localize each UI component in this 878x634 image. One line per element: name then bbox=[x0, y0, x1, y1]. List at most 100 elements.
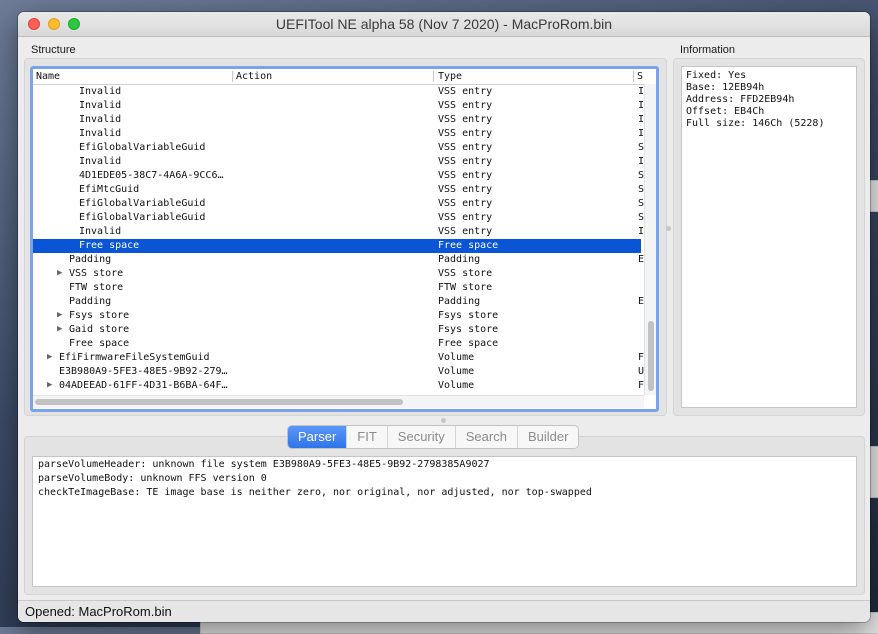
column-header-subtype[interactable]: S bbox=[637, 71, 643, 83]
row-name: Invalid bbox=[79, 156, 122, 167]
row-name: EfiFirmwareFileSystemGuid bbox=[59, 352, 210, 363]
row-type: FTW store bbox=[438, 282, 493, 293]
tree-row[interactable]: Padding Padding E bbox=[33, 295, 644, 309]
tree-horizontal-scrollbar[interactable] bbox=[33, 395, 644, 408]
tree-row[interactable]: 4D1EDE05-38C7-4A6A-9CC6… VSS entry S bbox=[33, 169, 644, 183]
status-text: Opened: MacProRom.bin bbox=[25, 604, 172, 619]
tree-row[interactable]: E3B980A9-5FE3-48E5-9B92-279… Volume U bbox=[33, 365, 644, 379]
tree-row[interactable]: EfiGlobalVariableGuid VSS entry S bbox=[33, 141, 644, 155]
column-separator[interactable] bbox=[633, 71, 634, 82]
row-type: VSS entry bbox=[438, 198, 493, 209]
horizontal-splitter-handle[interactable] bbox=[441, 418, 446, 423]
row-name: EfiGlobalVariableGuid bbox=[79, 198, 206, 209]
expand-arrow-icon[interactable]: ▶ bbox=[57, 268, 62, 278]
info-line: Fixed: Yes bbox=[686, 70, 747, 81]
info-line: Base: 12EB94h bbox=[686, 82, 765, 93]
tab-security[interactable]: Security bbox=[386, 426, 455, 448]
tree-row[interactable]: EfiMtcGuid VSS entry S bbox=[33, 183, 644, 197]
row-name: Invalid bbox=[79, 128, 122, 139]
row-name: 04ADEEAD-61FF-4D31-B6BA-64F… bbox=[59, 380, 228, 391]
tree-row[interactable]: Invalid VSS entry I bbox=[33, 155, 644, 169]
row-type: Volume bbox=[438, 352, 475, 363]
info-line: Address: FFD2EB94h bbox=[686, 94, 795, 105]
row-name: VSS store bbox=[69, 268, 124, 279]
expand-arrow-icon[interactable]: ▶ bbox=[57, 324, 62, 334]
horizontal-scroll-thumb[interactable] bbox=[35, 399, 403, 405]
structure-tree[interactable]: Name Action Type S Invalid VSS entry I Inva… bbox=[30, 66, 659, 412]
row-name: Invalid bbox=[79, 114, 122, 125]
row-name: Padding bbox=[69, 296, 112, 307]
information-label: Information bbox=[680, 44, 736, 56]
row-type: Padding bbox=[438, 254, 481, 265]
tree-row[interactable]: ▶ VSS store VSS store bbox=[33, 267, 641, 281]
tree-row[interactable]: Free space Free space bbox=[33, 337, 641, 351]
row-type: Fsys store bbox=[438, 310, 499, 321]
row-type: Padding bbox=[438, 296, 481, 307]
row-type: VSS entry bbox=[438, 226, 493, 237]
row-type: Free space bbox=[438, 240, 499, 251]
tree-row[interactable]: ▶ Fsys store Fsys store bbox=[33, 309, 641, 323]
row-type: VSS entry bbox=[438, 128, 493, 139]
tree-row[interactable]: Invalid VSS entry I bbox=[33, 85, 644, 99]
expand-arrow-icon[interactable]: ▶ bbox=[47, 380, 52, 390]
row-type: VSS entry bbox=[438, 156, 493, 167]
tree-vertical-scrollbar[interactable] bbox=[644, 84, 656, 395]
vertical-scroll-thumb[interactable] bbox=[648, 321, 654, 391]
row-name: EfiGlobalVariableGuid bbox=[79, 212, 206, 223]
row-type: VSS entry bbox=[438, 184, 493, 195]
expand-arrow-icon[interactable]: ▶ bbox=[47, 352, 52, 362]
tree-row[interactable]: Invalid VSS entry I bbox=[33, 225, 644, 239]
info-line: Full size: 146Ch (5228) bbox=[686, 118, 825, 129]
column-header-action[interactable]: Action bbox=[236, 71, 272, 83]
row-name: Invalid bbox=[79, 86, 122, 97]
structure-label: Structure bbox=[31, 44, 76, 56]
row-type: Volume bbox=[438, 366, 475, 377]
main-window: UEFITool NE alpha 58 (Nov 7 2020) - MacP… bbox=[18, 12, 870, 622]
row-name: 4D1EDE05-38C7-4A6A-9CC6… bbox=[79, 170, 224, 181]
tree-row[interactable]: EfiGlobalVariableGuid VSS entry S bbox=[33, 197, 644, 211]
row-name: Fsys store bbox=[69, 310, 130, 321]
row-name: E3B980A9-5FE3-48E5-9B92-279… bbox=[59, 366, 228, 377]
row-type: Fsys store bbox=[438, 324, 499, 335]
row-type: VSS entry bbox=[438, 100, 493, 111]
info-line: Offset: EB4Ch bbox=[686, 106, 765, 117]
column-header-name[interactable]: Name bbox=[36, 71, 60, 83]
vertical-splitter-handle[interactable] bbox=[666, 226, 671, 231]
tree-header: Name Action Type S bbox=[33, 69, 656, 85]
parser-messages[interactable]: parseVolumeHeader: unknown file system E… bbox=[32, 456, 857, 587]
row-type: VSS entry bbox=[438, 86, 493, 97]
column-header-type[interactable]: Type bbox=[438, 71, 462, 83]
title-bar[interactable]: UEFITool NE alpha 58 (Nov 7 2020) - MacP… bbox=[18, 12, 870, 37]
tree-row[interactable]: Free space Free space bbox=[33, 239, 641, 253]
row-type: VSS entry bbox=[438, 212, 493, 223]
row-type: VSS entry bbox=[438, 114, 493, 125]
tree-row[interactable]: Invalid VSS entry I bbox=[33, 99, 644, 113]
tree-row[interactable]: ▶ Gaid store Fsys store bbox=[33, 323, 641, 337]
tree-row[interactable]: EfiGlobalVariableGuid VSS entry S bbox=[33, 211, 644, 225]
expand-arrow-icon[interactable]: ▶ bbox=[57, 310, 62, 320]
row-name: Invalid bbox=[79, 100, 122, 111]
tab-builder[interactable]: Builder bbox=[516, 426, 579, 448]
tree-row[interactable]: ▶ 04ADEEAD-61FF-4D31-B6BA-64F… Volume F bbox=[33, 379, 644, 393]
tree-row[interactable]: Invalid VSS entry I bbox=[33, 113, 644, 127]
row-name: Gaid store bbox=[69, 324, 130, 335]
tab-search[interactable]: Search bbox=[454, 426, 517, 448]
tab-fit[interactable]: FIT bbox=[346, 426, 387, 448]
tree-row[interactable]: ▶ EfiFirmwareFileSystemGuid Volume F bbox=[33, 351, 644, 365]
tree-row[interactable]: Invalid VSS entry I bbox=[33, 127, 644, 141]
tree-row[interactable]: FTW store FTW store bbox=[33, 281, 641, 295]
row-name: Free space bbox=[79, 240, 140, 251]
column-separator[interactable] bbox=[232, 71, 233, 82]
tree-row[interactable]: Padding Padding E bbox=[33, 253, 644, 267]
row-type: VSS store bbox=[438, 268, 493, 279]
message-tabs: Parser FIT Security Search Builder bbox=[287, 425, 580, 449]
log-message: parseVolumeBody: unknown FFS version 0 bbox=[38, 473, 267, 484]
status-bar: Opened: MacProRom.bin bbox=[18, 600, 870, 622]
tab-parser[interactable]: Parser bbox=[288, 426, 347, 448]
window-title: UEFITool NE alpha 58 (Nov 7 2020) - MacP… bbox=[275, 16, 613, 32]
log-message: parseVolumeHeader: unknown file system E… bbox=[38, 459, 490, 470]
information-panel[interactable]: Fixed: Yes Base: 12EB94h Address: FFD2EB94… bbox=[681, 66, 857, 408]
row-type: VSS entry bbox=[438, 142, 493, 153]
column-separator[interactable] bbox=[433, 71, 434, 82]
row-name: EfiGlobalVariableGuid bbox=[79, 142, 206, 153]
